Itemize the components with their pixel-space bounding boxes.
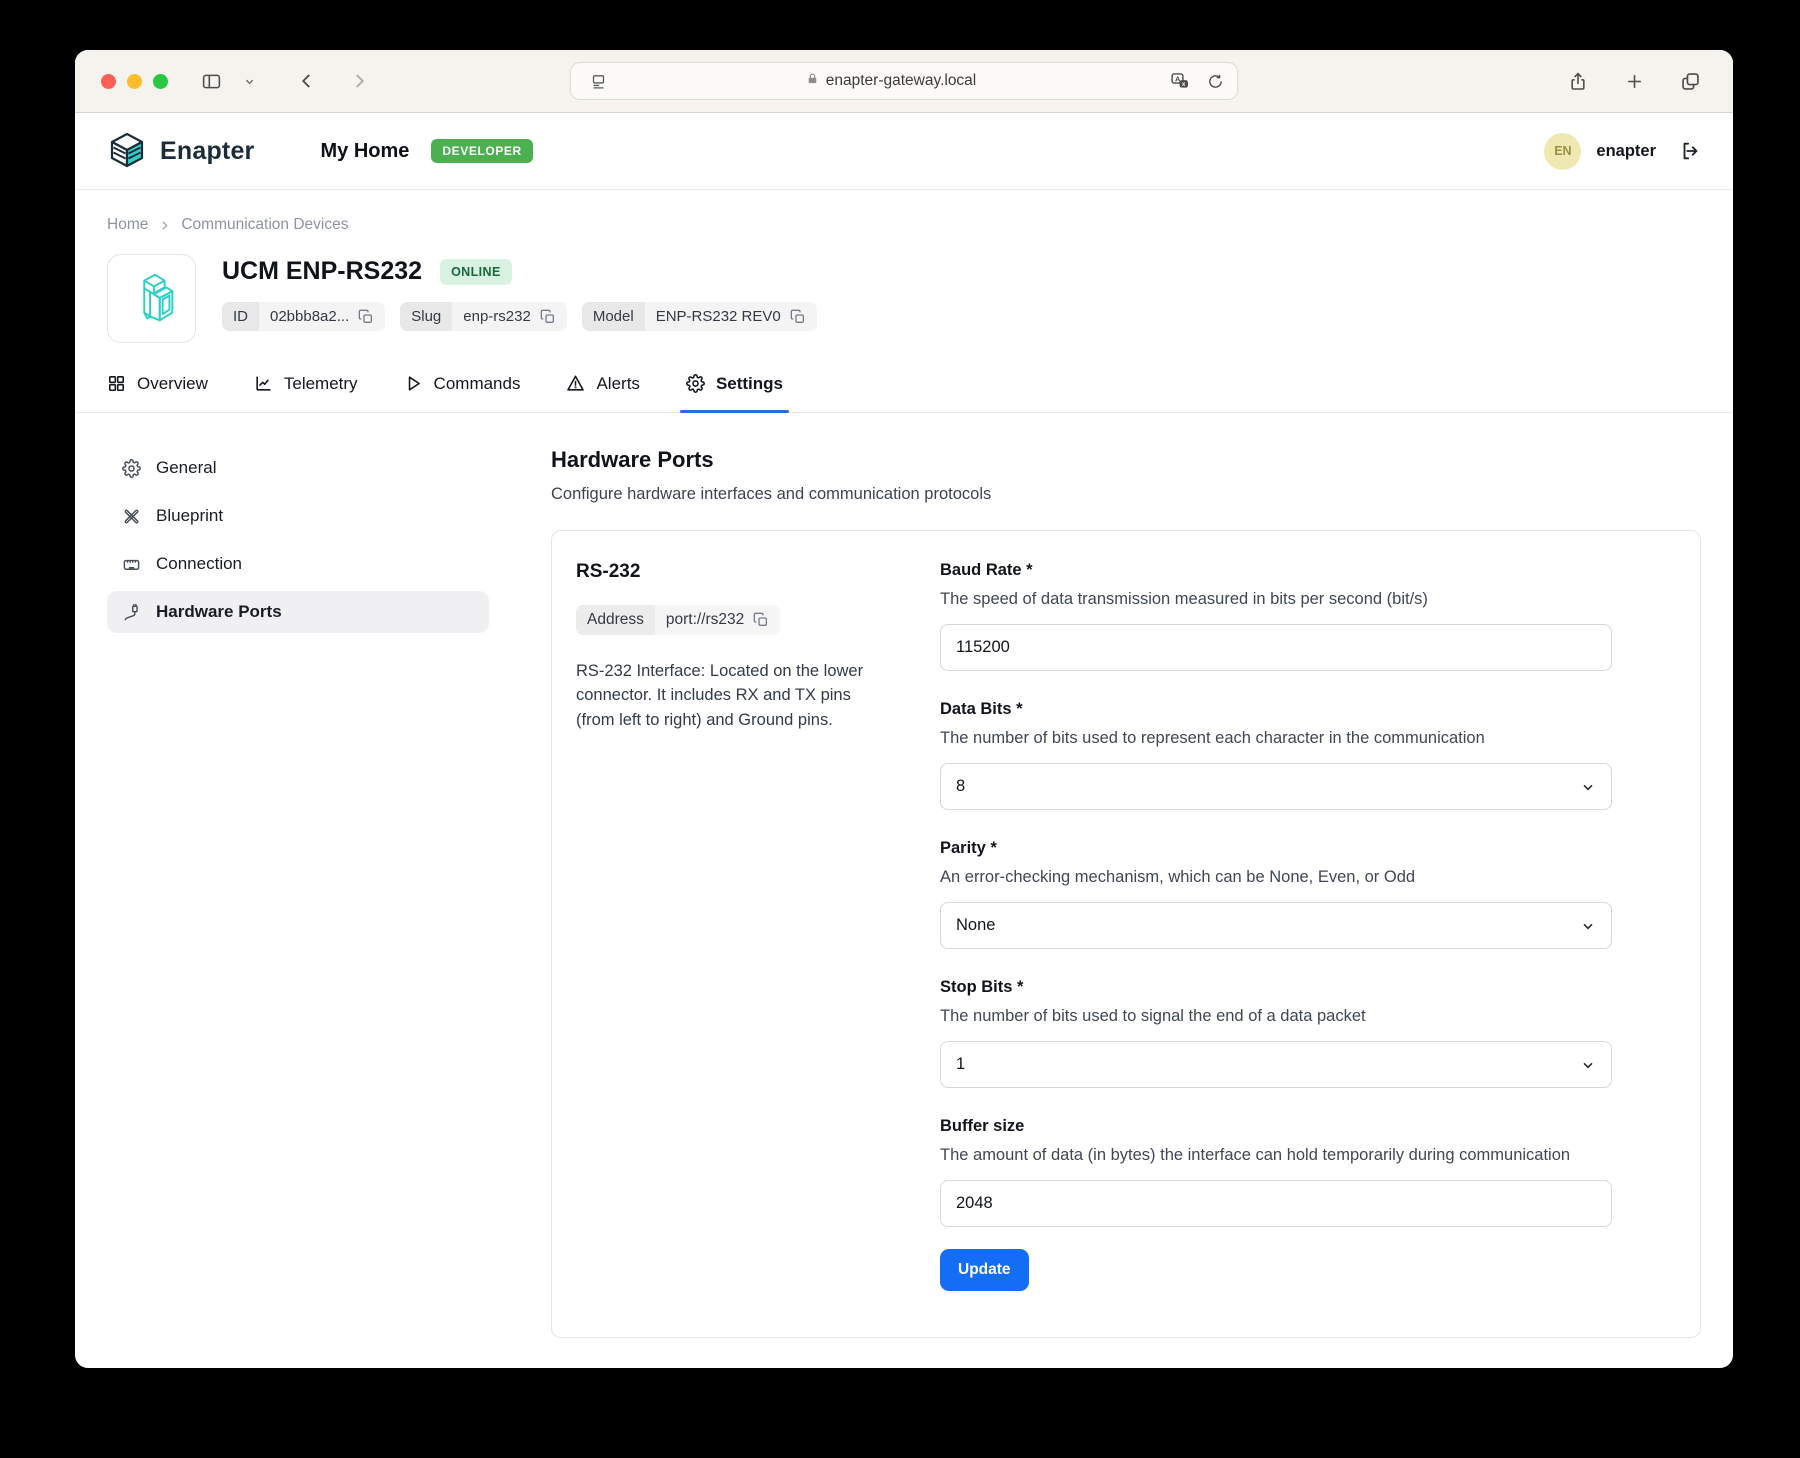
zoom-window-button[interactable] (153, 73, 168, 89)
rs232-form: Baud Rate * The speed of data transmissi… (940, 561, 1612, 1291)
back-button[interactable] (290, 66, 324, 96)
developer-badge: DEVELOPER (431, 139, 533, 163)
browser-toolbar: enapter-gateway.local Ax (75, 50, 1733, 113)
svg-text:x: x (1182, 81, 1186, 88)
tab-alerts[interactable]: Alerts (566, 355, 640, 412)
section-subtitle: Configure hardware interfaces and commun… (551, 485, 992, 503)
minimize-window-button[interactable] (127, 73, 142, 89)
device-id-chip: ID 02bbb8a2... (222, 302, 386, 331)
address-chip: Address port://rs232 (576, 605, 781, 635)
app-header: Enapter My Home DEVELOPER EN enapter (75, 113, 1733, 190)
tab-telemetry[interactable]: Telemetry (254, 355, 358, 412)
tab-settings[interactable]: Settings (679, 355, 790, 413)
avatar[interactable]: EN (1544, 132, 1582, 170)
forward-button[interactable] (342, 66, 376, 96)
translate-icon[interactable]: Ax (1167, 66, 1193, 96)
page-title: My Home (320, 139, 410, 162)
sidebar-item-connection[interactable]: Connection (107, 543, 489, 585)
rs232-title: RS-232 (576, 561, 641, 582)
device-name: UCM ENP-RS232 (222, 257, 423, 285)
lock-icon (806, 72, 819, 90)
section-heading: Hardware Ports (551, 447, 714, 472)
reader-icon[interactable] (581, 66, 615, 96)
breadcrumb-home-link[interactable]: Home (107, 216, 148, 234)
breadcrumb-devices-link[interactable]: Communication Devices (181, 216, 348, 234)
parity-select[interactable]: None (940, 902, 1612, 949)
tab-commands[interactable]: Commands (404, 355, 520, 412)
browser-window: enapter-gateway.local Ax Enapter My Home… (75, 50, 1733, 1368)
logout-icon[interactable] (1679, 140, 1701, 162)
user-name: enapter (1596, 141, 1656, 160)
chevron-down-icon (1580, 1057, 1596, 1073)
device-model-chip: Model ENP-RS232 REV0 (581, 302, 817, 331)
sidebar-item-hardware-ports[interactable]: Hardware Ports (107, 591, 489, 633)
sidebar-toggle-icon[interactable] (194, 66, 228, 96)
cable-icon (124, 603, 138, 620)
data-bits-field: Data Bits * The number of bits used to r… (940, 700, 1612, 810)
connection-port-icon (123, 559, 140, 570)
copy-address-icon[interactable] (753, 612, 769, 628)
window-controls (101, 73, 168, 89)
breadcrumb: Home Communication Devices (75, 190, 1733, 242)
device-icon (107, 254, 196, 343)
baud-rate-field: Baud Rate * The speed of data transmissi… (940, 561, 1612, 671)
sidebar-item-general[interactable]: General (107, 447, 489, 489)
tab-overview-icon[interactable] (1673, 66, 1707, 96)
stop-bits-field: Stop Bits * The number of bits used to s… (940, 978, 1612, 1088)
sidebar-chevron-icon[interactable] (232, 66, 266, 96)
stop-bits-select[interactable]: 1 (940, 1041, 1612, 1088)
gear-icon (122, 458, 141, 478)
chevron-down-icon (1580, 779, 1596, 795)
device-slug-chip: Slug enp-rs232 (400, 302, 567, 331)
sidebar-item-blueprint[interactable]: Blueprint (107, 495, 489, 537)
brand-name: Enapter (160, 136, 255, 165)
brand[interactable]: Enapter (107, 131, 254, 171)
data-bits-select[interactable]: 8 (940, 763, 1612, 810)
chevron-down-icon (1580, 918, 1596, 934)
baud-rate-input[interactable] (940, 624, 1612, 671)
hardware-ports-card: RS-232 Address port://rs232 RS-232 Inter… (551, 530, 1701, 1338)
device-tabs: Overview Telemetry Commands Alerts Setti… (75, 355, 1733, 413)
address-bar[interactable]: enapter-gateway.local Ax (570, 62, 1238, 100)
buffer-size-field: Buffer size The amount of data (in bytes… (940, 1117, 1612, 1227)
settings-sidebar: General Blueprint Connection Hardware Po… (107, 447, 489, 1338)
new-tab-icon[interactable] (1617, 66, 1651, 96)
chevron-right-icon (158, 219, 171, 232)
status-badge: ONLINE (440, 258, 512, 285)
share-icon[interactable] (1561, 66, 1595, 96)
enapter-logo-icon (110, 132, 144, 168)
reload-icon[interactable] (1203, 66, 1227, 96)
device-header: UCM ENP-RS232 ONLINE ID 02bbb8a2... Slug… (75, 242, 1733, 347)
rs232-description: RS-232 Interface: Located on the lower c… (576, 662, 864, 729)
url-text: enapter-gateway.local (825, 72, 977, 89)
tab-overview[interactable]: Overview (107, 355, 208, 412)
blueprint-icon (124, 509, 139, 523)
close-window-button[interactable] (101, 73, 116, 89)
copy-id-icon[interactable] (358, 309, 374, 325)
buffer-size-input[interactable] (940, 1180, 1612, 1227)
copy-model-icon[interactable] (790, 309, 806, 325)
update-button[interactable]: Update (940, 1249, 1029, 1291)
copy-slug-icon[interactable] (540, 309, 556, 325)
parity-field: Parity * An error-checking mechanism, wh… (940, 839, 1612, 949)
